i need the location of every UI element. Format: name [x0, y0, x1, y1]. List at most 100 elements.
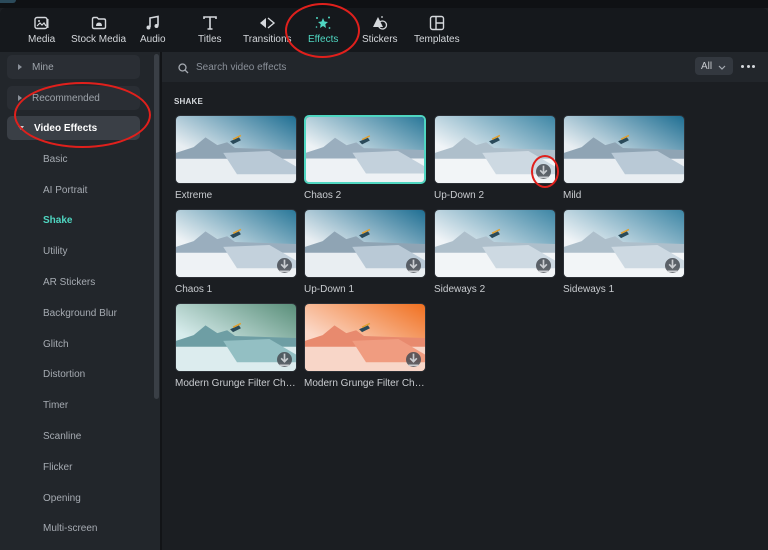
- tab-audio[interactable]: Audio: [140, 14, 166, 45]
- sidebar-category-video-effects[interactable]: Video Effects: [7, 116, 140, 140]
- download-icon[interactable]: [406, 352, 421, 367]
- templates-icon: [427, 14, 447, 32]
- effect-thumbnail[interactable]: [175, 115, 297, 184]
- effect-name: Modern Grunge Filter Chan...: [304, 378, 426, 389]
- effect-name: Chaos 1: [175, 284, 213, 295]
- download-icon[interactable]: [277, 352, 292, 367]
- sidebar-item-timer[interactable]: Timer: [43, 400, 68, 411]
- transitions-icon: [257, 14, 277, 32]
- tab-titles-label: Titles: [198, 34, 222, 45]
- tab-templates-label: Templates: [414, 34, 460, 45]
- dot-icon: [746, 64, 750, 68]
- effect-thumbnail[interactable]: [304, 115, 426, 184]
- effect-thumbnail[interactable]: [563, 209, 685, 278]
- stickers-icon: [370, 14, 390, 32]
- music-note-icon: [143, 14, 163, 32]
- download-icon[interactable]: [536, 164, 551, 179]
- sidebar-item-background-blur[interactable]: Background Blur: [43, 308, 117, 319]
- tab-stickers-label: Stickers: [362, 34, 398, 45]
- snowboard-preview-image: [176, 116, 296, 183]
- download-icon[interactable]: [277, 258, 292, 273]
- effect-thumbnail[interactable]: [434, 115, 556, 184]
- category-label: Video Effects: [34, 122, 98, 134]
- sidebar-item-glitch[interactable]: Glitch: [43, 339, 69, 350]
- tab-templates[interactable]: Templates: [414, 14, 460, 45]
- sidebar-item-distortion[interactable]: Distortion: [43, 369, 85, 380]
- category-label: Recommended: [32, 92, 100, 104]
- download-icon[interactable]: [406, 258, 421, 273]
- effect-name: Sideways 2: [434, 284, 486, 295]
- sidebar-item-opening[interactable]: Opening: [43, 493, 81, 504]
- tab-effects-label: Effects: [308, 34, 339, 45]
- chevron-down-icon: [718, 57, 726, 75]
- sidebar-scrollbar[interactable]: [154, 54, 159, 399]
- section-title: SHAKE: [174, 97, 204, 106]
- effect-card[interactable]: Up-Down 2: [434, 115, 556, 201]
- sidebar-item-multi-screen[interactable]: Multi-screen: [43, 523, 97, 534]
- tab-stock-media-label: Stock Media: [71, 34, 127, 45]
- more-options-button[interactable]: [741, 60, 755, 72]
- sidebar-divider: [160, 52, 162, 550]
- effect-name: Modern Grunge Filter Chan...: [175, 378, 297, 389]
- effect-card[interactable]: Up-Down 1: [304, 209, 426, 295]
- filter-dropdown[interactable]: All: [695, 57, 733, 75]
- sidebar-item-basic[interactable]: Basic: [43, 154, 67, 165]
- effect-card[interactable]: Extreme: [175, 115, 297, 201]
- search-bar: All: [162, 52, 768, 82]
- tab-titles[interactable]: Titles: [198, 14, 222, 45]
- tab-media-label: Media: [28, 34, 56, 45]
- sidebar-item-ar-stickers[interactable]: AR Stickers: [43, 277, 95, 288]
- category-label: Mine: [32, 61, 54, 73]
- title-bar: [0, 0, 768, 8]
- tab-effects[interactable]: Effects: [308, 14, 338, 45]
- sidebar-item-utility[interactable]: Utility: [43, 246, 67, 257]
- expand-triangle-icon: [18, 64, 22, 70]
- app-logo: [0, 0, 16, 3]
- tab-transitions[interactable]: Transitions: [243, 14, 292, 45]
- effect-card[interactable]: Sideways 2: [434, 209, 556, 295]
- effect-name: Extreme: [175, 190, 213, 201]
- stock-media-icon: [89, 14, 109, 32]
- sidebar-category-recommended[interactable]: Recommended: [7, 86, 140, 110]
- effect-thumbnail[interactable]: [175, 209, 297, 278]
- effect-card[interactable]: Chaos 2: [304, 115, 426, 201]
- effect-card[interactable]: Mild: [563, 115, 685, 201]
- effect-thumbnail[interactable]: [434, 209, 556, 278]
- sidebar-item-shake[interactable]: Shake: [43, 215, 72, 226]
- search-input[interactable]: [196, 58, 646, 76]
- tab-media[interactable]: Media: [28, 14, 55, 45]
- sidebar-item-scanline[interactable]: Scanline: [43, 431, 81, 442]
- effect-name: Chaos 2: [304, 190, 342, 201]
- effect-thumbnail[interactable]: [304, 303, 426, 372]
- effect-name: Sideways 1: [563, 284, 615, 295]
- search-icon: [178, 61, 189, 79]
- snowboard-preview-image: [564, 116, 684, 183]
- tab-stickers[interactable]: Stickers: [362, 14, 398, 45]
- download-icon[interactable]: [536, 258, 551, 273]
- media-icon: [32, 14, 52, 32]
- effect-card[interactable]: Sideways 1: [563, 209, 685, 295]
- effects-sparkle-icon: [313, 14, 333, 32]
- effect-card[interactable]: Chaos 1: [175, 209, 297, 295]
- tab-transitions-label: Transitions: [243, 34, 292, 45]
- download-icon[interactable]: [665, 258, 680, 273]
- effect-thumbnail[interactable]: [563, 115, 685, 184]
- snowboard-preview-image: [306, 117, 424, 182]
- sidebar-category-mine[interactable]: Mine: [7, 55, 140, 79]
- filter-value: All: [701, 60, 713, 72]
- effect-card[interactable]: Modern Grunge Filter Chan...: [175, 303, 297, 389]
- effect-thumbnail[interactable]: [175, 303, 297, 372]
- effect-name: Mild: [563, 190, 582, 201]
- sidebar-item-flicker[interactable]: Flicker: [43, 462, 72, 473]
- effect-thumbnail[interactable]: [304, 209, 426, 278]
- media-toolbar: Media Stock Media Audio Titles Transitio…: [0, 8, 768, 52]
- dot-icon: [752, 64, 755, 68]
- text-t-icon: [200, 14, 220, 32]
- tab-stock-media[interactable]: Stock Media: [71, 14, 126, 45]
- effect-card[interactable]: Modern Grunge Filter Chan...: [304, 303, 426, 389]
- effects-panel-window: Media Stock Media Audio Titles Transitio…: [0, 0, 768, 550]
- expand-triangle-icon: [18, 95, 22, 101]
- effect-name: Up-Down 1: [304, 284, 355, 295]
- dot-icon: [741, 64, 744, 68]
- sidebar-item-ai-portrait[interactable]: AI Portrait: [43, 185, 87, 196]
